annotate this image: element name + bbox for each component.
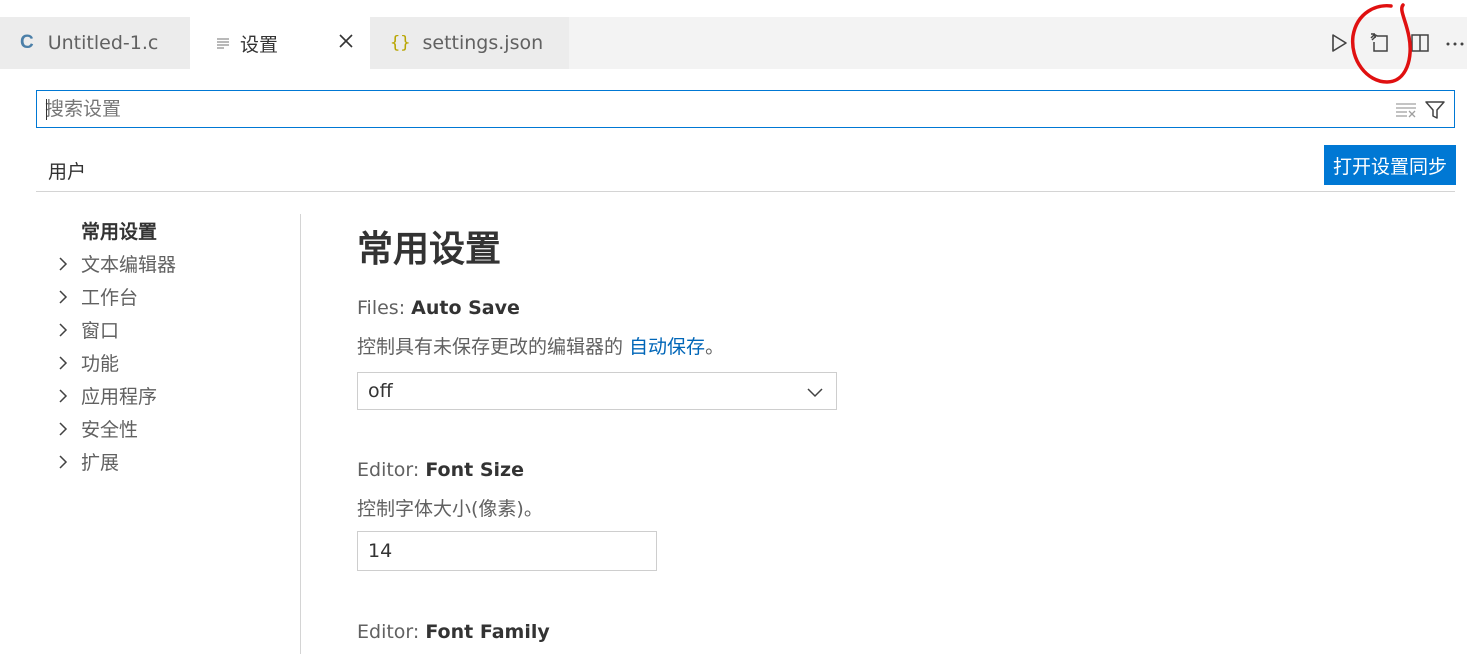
toc-item-label: 窗口 [81, 320, 120, 342]
toc-item-label: 扩展 [81, 452, 120, 474]
c-file-icon: C [20, 32, 34, 53]
chevron-right-icon [56, 313, 81, 346]
search-box[interactable] [36, 90, 1455, 128]
chevron-right-icon [56, 445, 81, 478]
scope-divider [36, 191, 1455, 192]
json-braces-icon: {} [390, 33, 411, 53]
clear-filter-icon[interactable] [1394, 100, 1418, 120]
setting-description-font-size: 控制字体大小(像素)。 [357, 498, 543, 520]
setting-category: Editor: [357, 621, 426, 643]
setting-title-font-family: Editor: Font Family [357, 621, 550, 643]
description-text-end: 。 [705, 336, 725, 358]
filter-icon[interactable] [1424, 99, 1446, 121]
setting-title-font-size: Editor: Font Size [357, 459, 524, 481]
toc-item-text-editor[interactable]: 文本编辑器 [56, 247, 296, 280]
toc-item-application[interactable]: 应用程序 [56, 379, 296, 412]
settings-sync-button[interactable]: 打开设置同步 [1324, 145, 1456, 185]
toc-item-label: 功能 [81, 353, 120, 375]
tab-user-scope[interactable]: 用户 [36, 146, 99, 192]
toc-item-label: 常用设置 [81, 221, 158, 243]
more-actions-icon[interactable] [1443, 31, 1467, 55]
tab-label: Untitled-1.c [47, 32, 159, 54]
chevron-right-icon [56, 412, 81, 445]
setting-title-auto-save: Files: Auto Save [357, 297, 520, 319]
auto-save-link[interactable]: 自动保存 [629, 336, 705, 358]
toc-item-label: 安全性 [81, 419, 139, 441]
toc-item-label: 应用程序 [81, 386, 158, 408]
chevron-right-icon [56, 379, 81, 412]
toc-item-label: 工作台 [81, 287, 139, 309]
tab-settings[interactable]: 设置 [190, 17, 370, 69]
toc-chevron-spacer [56, 214, 81, 247]
search-input[interactable] [45, 91, 1375, 127]
chevron-right-icon [56, 346, 81, 379]
toc-item-label: 文本编辑器 [81, 254, 177, 276]
auto-save-select[interactable]: off [357, 372, 837, 410]
close-icon[interactable] [336, 31, 356, 51]
toc-divider [300, 214, 301, 654]
setting-category: Editor: [357, 459, 426, 481]
tab-untitled-c[interactable]: C Untitled-1.c [0, 17, 190, 69]
chevron-down-icon [807, 388, 823, 398]
text-cursor [46, 99, 47, 120]
toc-item-security[interactable]: 安全性 [56, 412, 296, 445]
setting-description-auto-save: 控制具有未保存更改的编辑器的 自动保存。 [357, 332, 724, 359]
tab-settings-json[interactable]: {} settings.json [370, 17, 569, 69]
toc-item-workbench[interactable]: 工作台 [56, 280, 296, 313]
toc-item-window[interactable]: 窗口 [56, 313, 296, 346]
title-strip [0, 0, 1467, 17]
toc-item-features[interactable]: 功能 [56, 346, 296, 379]
toc-item-extensions[interactable]: 扩展 [56, 445, 296, 478]
tab-label: 设置 [240, 33, 279, 56]
chevron-right-icon [56, 280, 81, 313]
section-title: 常用设置 [357, 229, 502, 270]
setting-key: Font Family [425, 621, 550, 643]
open-settings-json-icon[interactable] [1368, 31, 1392, 55]
chevron-right-icon [56, 247, 81, 280]
description-text: 控制具有未保存更改的编辑器的 [357, 336, 630, 358]
run-icon[interactable] [1327, 31, 1351, 55]
settings-lines-icon [217, 38, 229, 49]
toc-item-commonly-used[interactable]: 常用设置 [56, 214, 296, 247]
split-editor-icon[interactable] [1408, 31, 1432, 55]
font-size-input[interactable] [357, 531, 657, 571]
setting-key: Font Size [425, 459, 524, 481]
settings-toc: 常用设置 文本编辑器 工作台 窗口 功能 应用程序 安全性 扩展 [56, 214, 296, 478]
setting-category: Files: [357, 297, 412, 319]
select-value: off [368, 380, 393, 402]
tab-label: settings.json [422, 32, 544, 54]
setting-key: Auto Save [411, 297, 520, 319]
